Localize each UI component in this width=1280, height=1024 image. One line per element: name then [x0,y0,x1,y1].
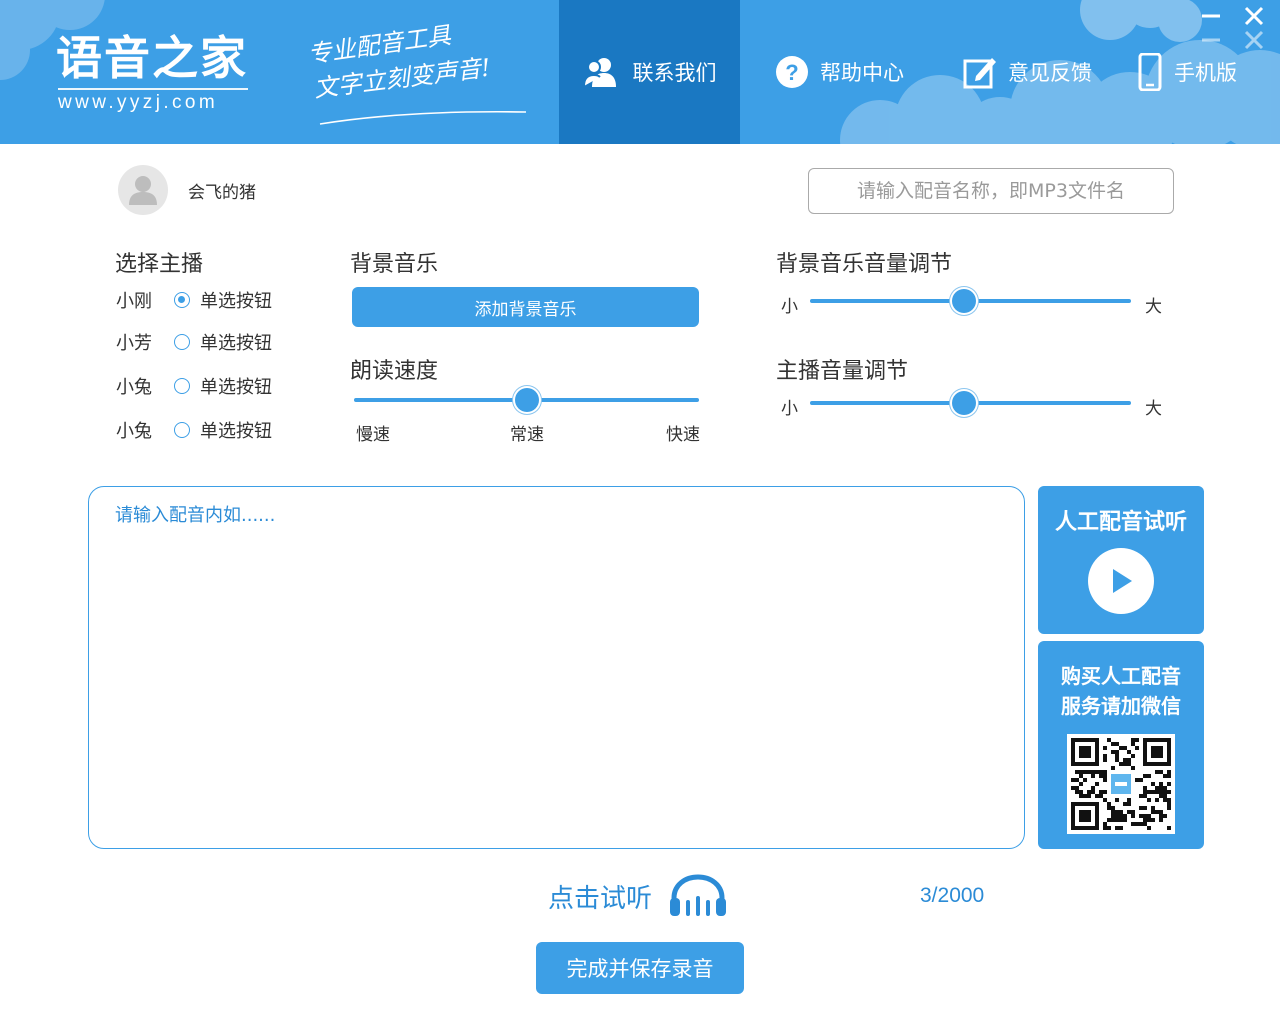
buy-text-line-1: 购买人工配音 [1061,664,1181,688]
anchor-option[interactable]: 小刚 单选按钮 [116,286,272,314]
logo-title: 语音之家 [56,31,248,85]
user-icon [129,176,157,205]
filename-input[interactable] [808,168,1174,214]
anchor-radio-label: 单选按钮 [200,421,272,442]
listen-button[interactable]: 点击试听 [548,872,728,920]
anchor-option[interactable]: 小芳 单选按钮 [116,328,272,356]
content-textarea[interactable] [88,486,1025,849]
save-recording-button[interactable]: 完成并保存录音 [536,942,744,994]
nav-feedback[interactable]: 意见反馈 [962,52,1092,92]
preview-title: 人工配音试听 [1054,510,1187,535]
nav-contact-label: 联系我们 [632,61,717,85]
close-icon [1244,6,1264,26]
anchor-radio[interactable] [174,422,190,438]
app-header: 语音之家 www.yyzj.com 专业配音工具 文字立刻变声音! 联系我们 ? [0,0,1280,144]
anchor-radio[interactable] [174,378,190,394]
nav-mobile-label: 手机版 [1174,61,1237,85]
close-button-shadow [1242,28,1266,52]
minimize-button[interactable] [1199,4,1223,28]
slider-thumb[interactable] [514,388,539,412]
bgm-volume-max-label: 大 [1145,297,1162,317]
question-icon: ? [774,54,810,90]
anchor-radio-label: 单选按钮 [200,333,272,354]
bgm-volume-title: 背景音乐音量调节 [776,252,953,277]
contacts-icon [583,54,619,90]
character-counter: 3/2000 [920,884,985,907]
bgm-section-title: 背景音乐 [350,252,439,277]
anchor-radio[interactable] [174,292,190,308]
anchor-option[interactable]: 小兔 单选按钮 [116,372,272,400]
anchor-name: 小兔 [116,421,152,442]
bgm-volume-slider[interactable] [810,289,1131,313]
anchor-radio[interactable] [174,334,190,350]
qr-code-icon [1071,738,1171,830]
nav-contact-us[interactable]: 联系我们 [559,0,740,144]
logo-divider [58,88,248,90]
nav-feedback-label: 意见反馈 [1008,61,1092,85]
avatar[interactable] [118,165,168,215]
nav-mobile[interactable]: 手机版 [1136,52,1237,92]
anchor-name: 小刚 [116,291,152,312]
buy-text-line-2: 服务请加微信 [1061,694,1181,718]
headphones-icon [670,874,727,916]
add-bgm-button[interactable]: 添加背景音乐 [352,287,699,327]
phone-icon [1136,53,1164,91]
speed-slow-label: 慢速 [356,425,390,445]
anchor-volume-min-label: 小 [781,399,798,419]
logo-url: www.yyzj.com [58,92,219,113]
username: 会飞的猪 [188,183,256,203]
speed-normal-label: 常速 [510,425,544,445]
manual-dubbing-preview[interactable]: 人工配音试听 [1038,486,1204,634]
anchor-volume-slider[interactable] [810,391,1131,415]
slider-thumb[interactable] [952,391,977,415]
wechat-qr-code [1067,734,1175,834]
anchor-name: 小芳 [116,333,152,354]
anchor-name: 小兔 [116,377,152,398]
nav-help-label: 帮助中心 [820,61,904,85]
anchor-volume-title: 主播音量调节 [776,359,909,384]
speed-section-title: 朗读速度 [350,359,439,384]
anchor-section-title: 选择主播 [115,252,204,277]
play-icon [1113,569,1132,593]
anchor-option[interactable]: 小兔 单选按钮 [116,416,272,444]
speed-slider[interactable] [354,388,699,412]
bgm-volume-min-label: 小 [781,297,798,317]
anchor-radio-label: 单选按钮 [200,291,272,312]
slider-thumb[interactable] [952,289,977,313]
slogan-swoosh [319,110,527,125]
close-button[interactable] [1242,4,1266,28]
play-button[interactable] [1088,548,1154,614]
anchor-radio-label: 单选按钮 [200,377,272,398]
anchor-volume-max-label: 大 [1145,399,1162,419]
edit-icon [962,54,998,90]
minimize-icon [1202,14,1220,18]
minimize-button-shadow [1199,28,1223,52]
listen-label: 点击试听 [548,883,653,914]
nav-help-center[interactable]: ? 帮助中心 [774,52,904,92]
slogan: 专业配音工具 文字立刻变声音! [306,21,538,130]
app-logo: 语音之家 www.yyzj.com [56,30,256,120]
svg-text:?: ? [785,60,798,85]
speed-fast-label: 快速 [666,425,700,445]
